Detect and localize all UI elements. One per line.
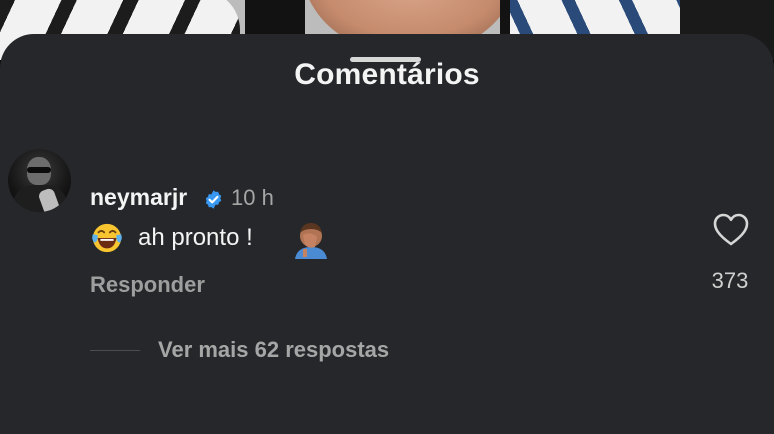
man-facepalming-icon — [295, 223, 327, 259]
view-more-replies-button[interactable]: Ver mais 62 respostas — [158, 337, 389, 363]
replies-divider — [90, 350, 140, 351]
face-with-tears-of-joy-icon — [92, 223, 122, 253]
reply-button[interactable]: Responder — [90, 272, 205, 298]
avatar[interactable] — [8, 149, 71, 212]
verified-badge-icon — [205, 190, 222, 209]
comment-timestamp: 10 h — [231, 185, 274, 210]
like-count: 373 — [711, 268, 749, 293]
comment-text: ah pronto ! — [138, 224, 253, 251]
avatar-sunglasses — [27, 167, 51, 173]
sheet-title: Comentários — [294, 58, 480, 91]
comment-username[interactable]: neymarjr — [90, 184, 187, 211]
heart-icon[interactable] — [713, 213, 749, 247]
